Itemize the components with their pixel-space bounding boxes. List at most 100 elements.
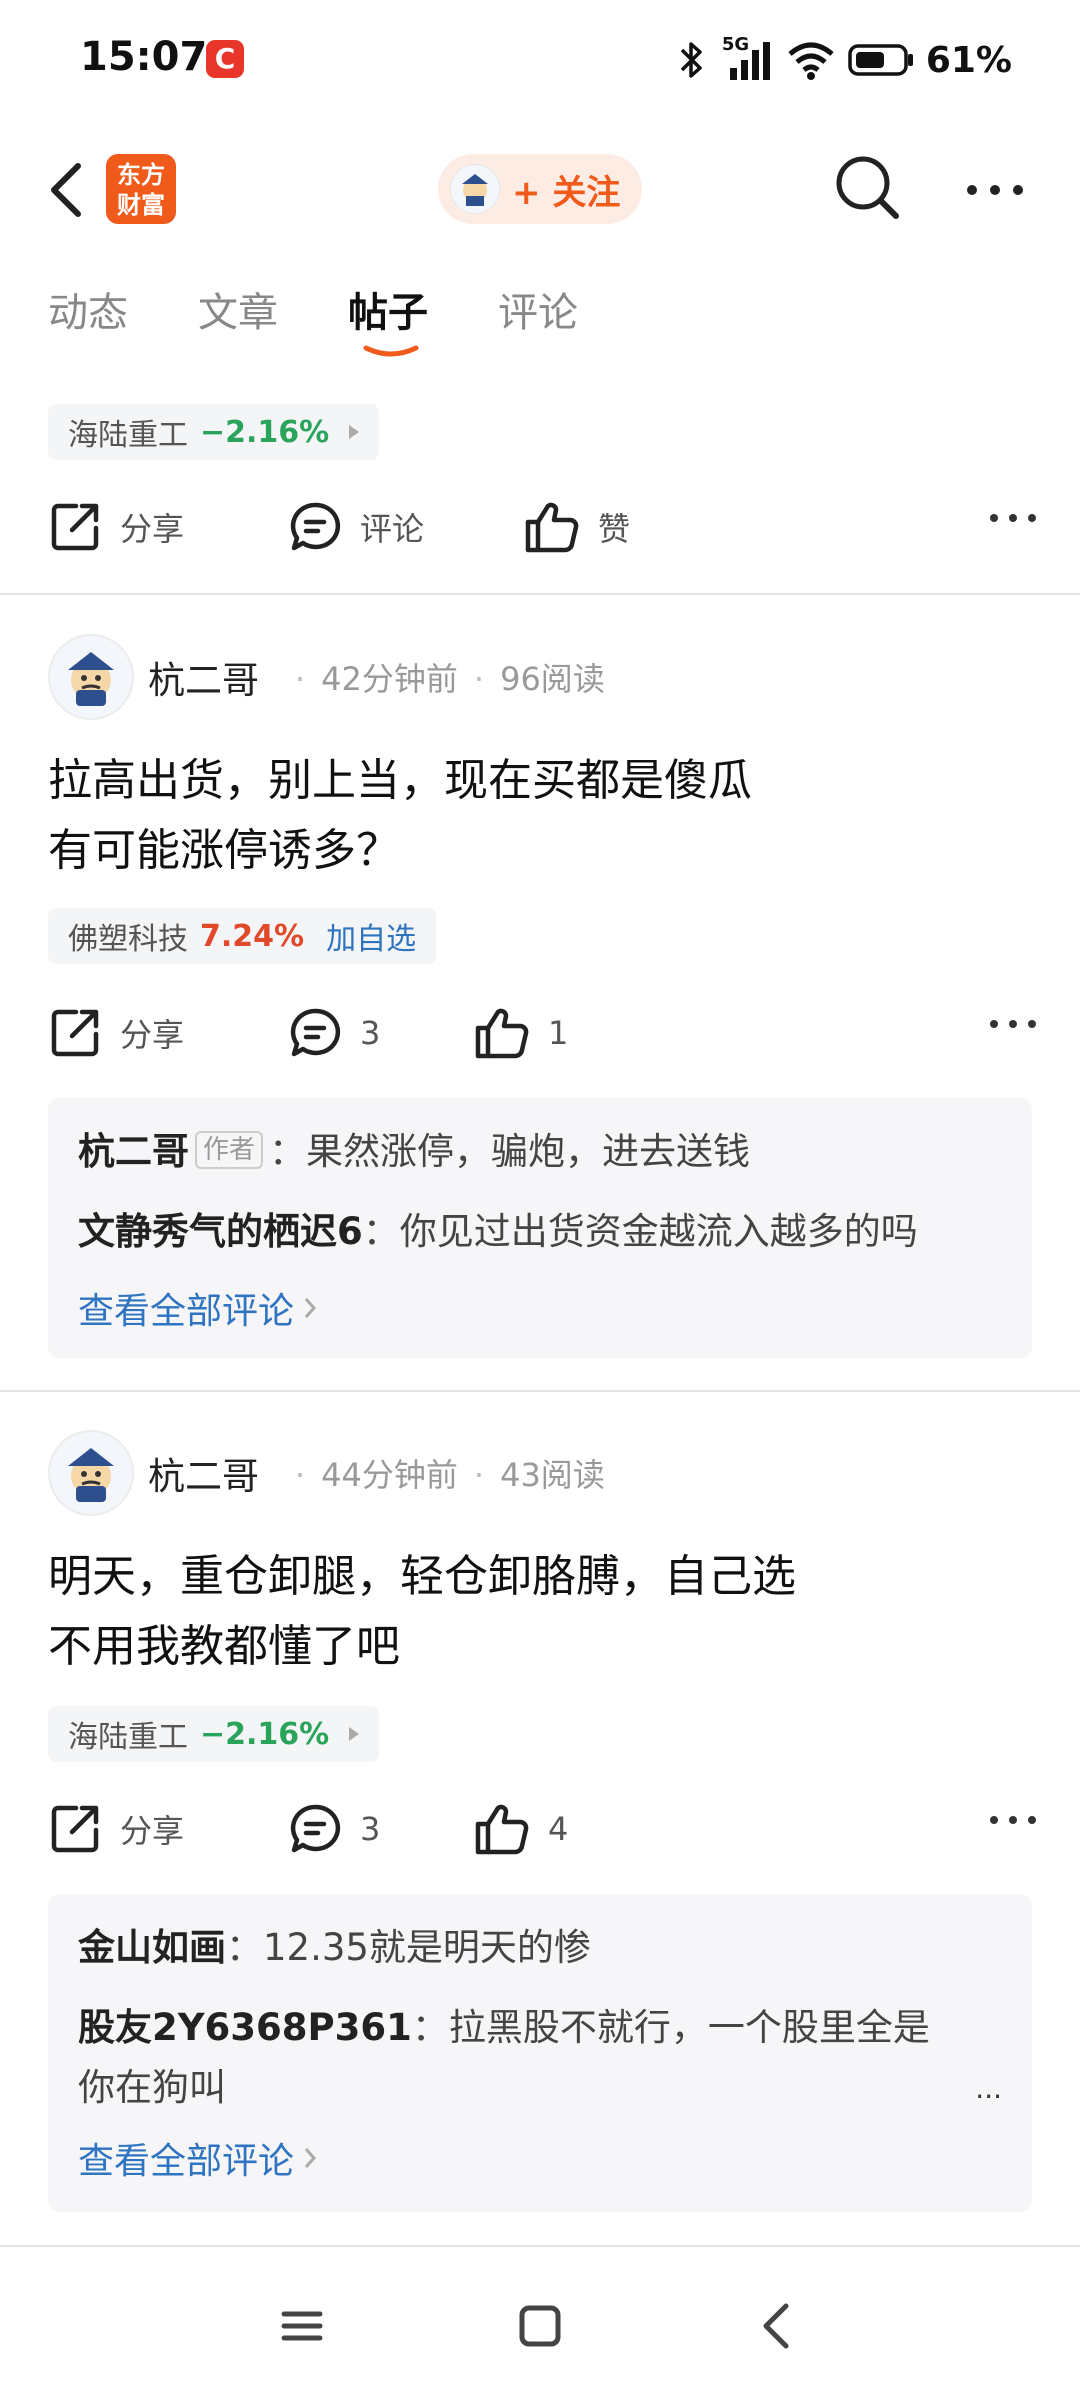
comment-text: 果然涨停，骗炮，进去送钱 (306, 1130, 751, 1173)
comment-button[interactable]: 3 (288, 1802, 380, 1856)
chevron-left-icon (51, 163, 81, 217)
share-icon (51, 503, 99, 551)
tab-bar: 动态 文章 帖子 评论 (48, 280, 578, 370)
like-label: 赞 (598, 510, 631, 548)
post-body[interactable]: 明天，重仓卸腿，轻仓卸胳膊，自己选 不用我教都懂了吧 (48, 1542, 1028, 1682)
stock-name: 海陆重工 (68, 418, 188, 453)
comment-text: 你见过出货资金越流入越多的吗 (399, 1210, 918, 1253)
author-name[interactable]: 杭二哥 (148, 1446, 259, 1500)
cartoon-avatar-icon (68, 1448, 114, 1502)
share-button[interactable]: 分享 (48, 500, 184, 554)
author-avatar[interactable] (48, 1430, 134, 1516)
author-avatar[interactable] (48, 634, 134, 720)
cartoon-avatar-icon (462, 174, 488, 206)
follow-button[interactable]: + 关注 (438, 154, 642, 224)
search-button[interactable] (830, 150, 906, 226)
comment-preview[interactable]: 杭二哥 作者 ：果然涨停，骗炮，进去送钱 文静秀气的栖迟6：你见过出货资金越流入越多… (48, 1098, 1032, 1358)
comment-button[interactable]: 评论 (288, 500, 424, 554)
comment-count: 3 (360, 1014, 381, 1052)
post-time: 44分钟前 (321, 1456, 458, 1494)
comment-button[interactable]: 3 (288, 1006, 380, 1060)
status-bar: 15:07 C 5G 61% (0, 0, 1080, 120)
stock-chip[interactable]: 佛塑科技 7.24% 加自选 (48, 908, 437, 964)
post-text-line: 有可能涨停诱多？ (48, 825, 400, 876)
stock-name: 佛塑科技 (68, 922, 188, 957)
eastmoney-logo: 东方 财富 (106, 154, 176, 224)
colon: ： (411, 2006, 449, 2049)
like-button[interactable]: 4 (474, 1802, 568, 1856)
more-horizontal-icon (990, 1816, 1036, 1824)
post-body[interactable]: 拉高出货，别上当，现在买都是傻瓜 有可能涨停诱多？ (48, 746, 1028, 886)
chevron-right-icon (304, 1298, 317, 1318)
search-icon (836, 156, 899, 219)
post-time: 42分钟前 (321, 660, 458, 698)
tab-articles[interactable]: 文章 (198, 280, 278, 370)
comment-count: 3 (360, 1810, 381, 1848)
post-text-line: 不用我教都懂了吧 (48, 1621, 400, 1672)
back-arrow-icon (763, 2303, 789, 2349)
menu-icon (281, 2311, 323, 2341)
share-icon (51, 1009, 99, 1057)
tab-dynamic[interactable]: 动态 (48, 280, 128, 370)
logo-text-line1: 东方 (117, 161, 165, 189)
thumbs-up-icon (525, 502, 579, 553)
comment-icon (290, 1804, 341, 1853)
add-to-watchlist-link[interactable]: 加自选 (326, 914, 416, 958)
like-button[interactable]: 赞 (524, 500, 630, 554)
post-more-button[interactable] (988, 1014, 1038, 1038)
post-actions: 分享 3 4 (48, 1792, 1038, 1872)
share-button[interactable]: 分享 (48, 1802, 184, 1856)
view-all-comments-link[interactable]: 查看全部评论 (78, 2132, 1002, 2184)
cellular-signal-icon: 5G (722, 34, 774, 82)
view-all-comments-link[interactable]: 查看全部评论 (78, 1282, 1002, 1334)
view-all-label: 查看全部评论 (78, 1291, 295, 1332)
post-text-line: 拉高出货，别上当，现在买都是傻瓜 (48, 755, 752, 806)
bluetooth-icon (680, 42, 702, 78)
commenter-name[interactable]: 股友2Y6368P361 (78, 2006, 412, 2049)
comment-row: 金山如画：12.35就是明天的惨 (78, 1918, 1002, 1978)
share-label: 分享 (120, 1812, 185, 1850)
comment-text: 12.35就是明天的惨 (263, 1926, 591, 1969)
commenter-name[interactable]: 金山如画 (78, 1926, 226, 1969)
thumbs-up-icon (475, 1804, 529, 1855)
post-reads: 96阅读 (500, 660, 605, 698)
post-more-button[interactable] (988, 508, 1038, 532)
stock-name: 海陆重工 (68, 1720, 188, 1755)
chevron-right-icon (304, 2148, 317, 2168)
tab-posts[interactable]: 帖子 (348, 280, 428, 370)
like-count: 4 (548, 1810, 569, 1848)
view-all-label: 查看全部评论 (78, 2141, 295, 2182)
commenter-name[interactable]: 文静秀气的栖迟6 (78, 1210, 363, 1253)
like-button[interactable]: 1 (474, 1006, 568, 1060)
post-meta: · 44分钟前 · 43阅读 (295, 1456, 605, 1494)
thumbs-up-icon (475, 1008, 529, 1059)
more-ellipsis: ... (975, 2072, 1002, 2105)
post-actions: 分享 评论 赞 (48, 490, 1038, 570)
stock-change: −2.16% (200, 1716, 330, 1752)
home-button[interactable] (508, 2294, 572, 2358)
comment-icon (290, 1008, 341, 1057)
top-header: 东方 财富 + 关注 (0, 130, 1080, 250)
more-options-button[interactable] (960, 160, 1030, 220)
divider (0, 593, 1080, 595)
stock-change: 7.24% (200, 918, 305, 954)
comment-preview[interactable]: 金山如画：12.35就是明天的惨 股友2Y6368P361：拉黑股不就行，一个股… (48, 1894, 1032, 2212)
back-button[interactable] (40, 152, 100, 228)
status-icons: 5G 61% (674, 30, 1012, 90)
system-back-button[interactable] (746, 2294, 810, 2358)
status-time: 15:07 (80, 34, 208, 80)
stock-chip[interactable]: 海陆重工 −2.16% (48, 404, 380, 460)
stock-chip[interactable]: 海陆重工 −2.16% (48, 1706, 380, 1762)
tab-comments[interactable]: 评论 (498, 280, 578, 370)
recent-apps-button[interactable] (270, 2294, 334, 2358)
share-button[interactable]: 分享 (48, 1006, 184, 1060)
post-more-button[interactable] (988, 1810, 1038, 1834)
stock-change: −2.16% (200, 414, 330, 450)
author-name[interactable]: 杭二哥 (148, 650, 259, 704)
author-badge: 作者 (195, 1131, 264, 1169)
logo-text-line2: 财富 (117, 191, 165, 219)
share-label: 分享 (120, 510, 185, 548)
tab-posts-label: 帖子 (348, 290, 428, 336)
commenter-name[interactable]: 杭二哥 (78, 1130, 189, 1173)
comment-icon (290, 502, 341, 551)
